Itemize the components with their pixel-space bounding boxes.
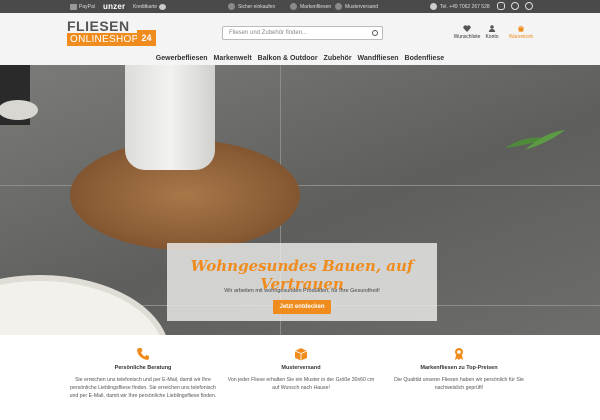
creditcard-badge: Kreditkarte: [133, 0, 167, 13]
paypal-icon: [70, 3, 77, 10]
nav-item-gewerbefliesen[interactable]: Gewerbefliesen: [156, 53, 208, 65]
award-icon: [455, 348, 463, 360]
hero-card: Wohngesundes Bauen, auf Vertrauen Wir ar…: [167, 243, 437, 321]
creditcard-icon: [159, 3, 167, 10]
user-icon: [488, 25, 496, 32]
trust-brands: Markenfliesen: [290, 0, 331, 13]
main-nav: Gewerbefliesen Markenwelt Balkon & Outdo…: [0, 53, 600, 65]
feature-brands: Markenfliesen zu Top-Preisen Die Qualitä…: [384, 347, 534, 392]
hero-subtitle: Wir arbeiten mit wohngesunden Produkten,…: [224, 288, 380, 294]
account-link[interactable]: Konto: [480, 25, 504, 40]
unzer-badge: unzer: [103, 2, 126, 11]
search-icon[interactable]: [372, 30, 378, 36]
site-header: FLIESEN ONLINESHOP 24 Fliesen und Zubehö…: [0, 13, 600, 65]
shield-icon: [228, 3, 235, 10]
pinterest-icon[interactable]: [525, 2, 533, 10]
instagram-icon[interactable]: [497, 2, 505, 10]
heart-icon: [463, 25, 471, 32]
nav-item-wandfliesen[interactable]: Wandfliesen: [358, 53, 399, 65]
package-icon: [335, 3, 342, 10]
site-logo[interactable]: FLIESEN ONLINESHOP 24: [67, 18, 157, 50]
feature-samples: Musterversand Von jeder Fliese erhalten …: [226, 347, 376, 392]
paypal-badge: PayPal: [70, 0, 95, 13]
search-input[interactable]: Fliesen und Zubehör finden...: [222, 26, 383, 40]
box-icon: [294, 348, 308, 361]
lamp-image: [0, 65, 38, 125]
nav-item-bodenfliese[interactable]: Bodenfliese: [405, 53, 445, 65]
star-icon: [290, 3, 297, 10]
phone-icon: [137, 348, 149, 360]
trust-secure: Sicher einkaufen: [228, 0, 275, 13]
towel-image: [125, 65, 215, 170]
phone-link[interactable]: Tel. +49 7062 267 528: [430, 0, 490, 13]
discover-button[interactable]: Jetzt entdecken: [273, 300, 331, 314]
trust-samples: Musterversand: [335, 0, 378, 13]
features-section: Persönliche Beratung Sie erreichen uns t…: [0, 335, 600, 420]
top-bar: PayPal unzer Kreditkarte Sicher einkaufe…: [0, 0, 600, 13]
facebook-icon[interactable]: [511, 2, 519, 10]
cart-link[interactable]: Warenkorb: [505, 25, 537, 40]
feature-consulting: Persönliche Beratung Sie erreichen uns t…: [68, 347, 218, 400]
nav-item-balkon-outdoor[interactable]: Balkon & Outdoor: [258, 53, 318, 65]
cart-icon: [518, 25, 524, 32]
nav-item-zubehoer[interactable]: Zubehör: [324, 53, 352, 65]
phone-icon: [430, 3, 437, 10]
plant-image: [505, 130, 565, 150]
nav-item-markenwelt[interactable]: Markenwelt: [214, 53, 252, 65]
